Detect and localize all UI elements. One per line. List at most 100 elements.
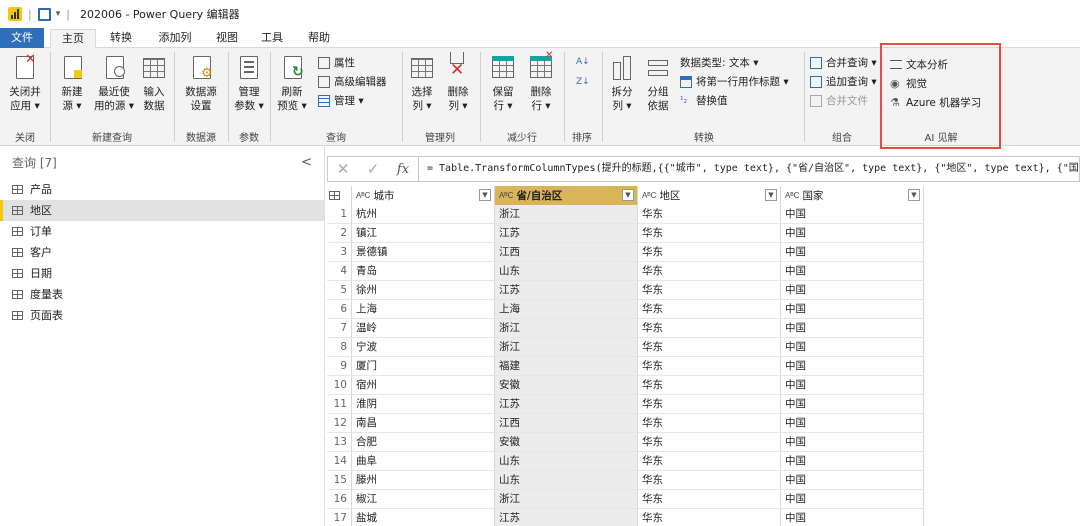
choose-columns-button[interactable]: 选择 列 ▾ [406, 52, 438, 113]
table-cell[interactable]: 浙江 [495, 205, 638, 224]
table-cell[interactable]: 浙江 [495, 319, 638, 338]
table-cell[interactable]: 华东 [638, 509, 781, 526]
tab-home[interactable]: 主页 [50, 29, 96, 49]
table-cell[interactable]: 山东 [495, 471, 638, 490]
use-first-row-headers-button[interactable]: 将第一行用作标题 ▾ [680, 73, 789, 90]
fx-icon[interactable]: fx [388, 162, 418, 177]
table-cell[interactable]: 华东 [638, 300, 781, 319]
filter-dropdown-icon[interactable]: ▼ [622, 189, 634, 201]
table-cell[interactable]: 华东 [638, 414, 781, 433]
table-cell[interactable]: 中国 [781, 395, 924, 414]
table-cell[interactable]: 景德镇 [352, 243, 495, 262]
advanced-editor-button[interactable]: 高级编辑器 [318, 73, 387, 90]
query-item-product[interactable]: 产品 [0, 179, 324, 200]
column-header-region[interactable]: AᴮC 地区 ▼ [638, 186, 781, 205]
column-header-province[interactable]: AᴮC 省/自治区 ▼ [495, 186, 638, 205]
table-cell[interactable]: 合肥 [352, 433, 495, 452]
table-cell[interactable]: 安徽 [495, 433, 638, 452]
tab-tools[interactable]: 工具 [255, 29, 289, 48]
table-cell[interactable]: 上海 [352, 300, 495, 319]
tab-add-column[interactable]: 添加列 [152, 29, 198, 48]
table-cell[interactable]: 中国 [781, 452, 924, 471]
commit-formula-icon[interactable]: ✓ [358, 160, 388, 178]
table-cell[interactable]: 华东 [638, 205, 781, 224]
table-cell[interactable]: 滕州 [352, 471, 495, 490]
table-cell[interactable]: 华东 [638, 243, 781, 262]
split-column-button[interactable]: 拆分 列 ▾ [606, 52, 638, 113]
manage-query-button[interactable]: 管理 ▾ [318, 92, 364, 109]
query-item-customers[interactable]: 客户 [0, 242, 324, 263]
table-cell[interactable]: 中国 [781, 357, 924, 376]
sort-descending-icon[interactable]: Z↓ [576, 74, 590, 91]
keep-rows-button[interactable]: 保留 行 ▾ [486, 52, 520, 113]
table-cell[interactable]: 江苏 [495, 224, 638, 243]
save-icon[interactable] [37, 7, 51, 21]
table-cell[interactable]: 华东 [638, 281, 781, 300]
filter-dropdown-icon[interactable]: ▼ [479, 189, 491, 201]
tab-help[interactable]: 帮助 [302, 29, 336, 48]
table-cell[interactable]: 青岛 [352, 262, 495, 281]
table-cell[interactable]: 江苏 [495, 281, 638, 300]
table-cell[interactable]: 浙江 [495, 490, 638, 509]
table-cell[interactable]: 盐城 [352, 509, 495, 526]
query-item-date[interactable]: 日期 [0, 263, 324, 284]
table-cell[interactable]: 上海 [495, 300, 638, 319]
query-item-region[interactable]: 地区 [0, 200, 324, 221]
merge-queries-button[interactable]: 合并查询 ▾ [810, 54, 877, 71]
query-item-pages[interactable]: 页面表 [0, 305, 324, 326]
refresh-preview-button[interactable]: ↻ 刷新 预览 ▾ [274, 52, 310, 113]
table-cell[interactable]: 福建 [495, 357, 638, 376]
table-cell[interactable]: 中国 [781, 338, 924, 357]
formula-input[interactable]: = Table.TransformColumnTypes(提升的标题,{{"城市… [418, 157, 1079, 181]
table-cell[interactable]: 江苏 [495, 509, 638, 526]
column-header-city[interactable]: AᴮC 城市 ▼ [352, 186, 495, 205]
manage-params-button[interactable]: 管理 参数 ▾ [232, 52, 266, 113]
query-item-measures[interactable]: 度量表 [0, 284, 324, 305]
table-cell[interactable]: 安徽 [495, 376, 638, 395]
table-cell[interactable]: 中国 [781, 262, 924, 281]
properties-button[interactable]: 属性 [318, 54, 355, 71]
remove-rows-button[interactable]: ✕ 删除 行 ▾ [524, 50, 558, 113]
table-cell[interactable]: 中国 [781, 490, 924, 509]
table-cell[interactable]: 南昌 [352, 414, 495, 433]
filter-dropdown-icon[interactable]: ▼ [765, 189, 777, 201]
table-cell[interactable]: 华东 [638, 224, 781, 243]
tab-file[interactable]: 文件 [0, 28, 44, 48]
table-cell[interactable]: 中国 [781, 243, 924, 262]
table-cell[interactable]: 杭州 [352, 205, 495, 224]
table-cell[interactable]: 中国 [781, 509, 924, 526]
table-cell[interactable]: 华东 [638, 395, 781, 414]
table-cell[interactable]: 镇江 [352, 224, 495, 243]
table-cell[interactable]: 华东 [638, 357, 781, 376]
table-cell[interactable]: 华东 [638, 452, 781, 471]
table-cell[interactable]: 温岭 [352, 319, 495, 338]
table-cell[interactable]: 淮阴 [352, 395, 495, 414]
table-cell[interactable]: 中国 [781, 281, 924, 300]
table-cell[interactable]: 山东 [495, 262, 638, 281]
table-cell[interactable]: 徐州 [352, 281, 495, 300]
sort-ascending-icon[interactable]: A↓ [576, 54, 590, 71]
table-cell[interactable]: 华东 [638, 433, 781, 452]
table-cell[interactable]: 中国 [781, 205, 924, 224]
enter-data-button[interactable]: 输入 数据 [138, 52, 170, 113]
cancel-formula-icon[interactable]: ✕ [328, 160, 358, 178]
query-item-orders[interactable]: 订单 [0, 221, 324, 242]
tab-view[interactable]: 视图 [210, 29, 244, 48]
remove-columns-button[interactable]: ✕ 删除 列 ▾ [442, 52, 474, 113]
text-analytics-button[interactable]: 文本分析 [890, 56, 948, 73]
table-cell[interactable]: 山东 [495, 452, 638, 471]
table-cell[interactable]: 中国 [781, 376, 924, 395]
table-cell[interactable]: 中国 [781, 433, 924, 452]
append-queries-button[interactable]: 追加查询 ▾ [810, 73, 877, 90]
table-cell[interactable]: 厦门 [352, 357, 495, 376]
table-cell[interactable]: 中国 [781, 319, 924, 338]
new-source-button[interactable]: 新建 源 ▾ [54, 52, 90, 113]
table-cell[interactable]: 中国 [781, 414, 924, 433]
close-apply-button[interactable]: ✕ 关闭并 应用 ▾ [4, 52, 46, 113]
recent-sources-button[interactable]: 最近使 用的源 ▾ [92, 52, 136, 113]
table-cell[interactable]: 华东 [638, 338, 781, 357]
table-cell[interactable]: 华东 [638, 471, 781, 490]
combine-files-button[interactable]: 合并文件 [810, 92, 868, 109]
table-cell[interactable]: 宿州 [352, 376, 495, 395]
tab-transform[interactable]: 转换 [104, 29, 138, 48]
